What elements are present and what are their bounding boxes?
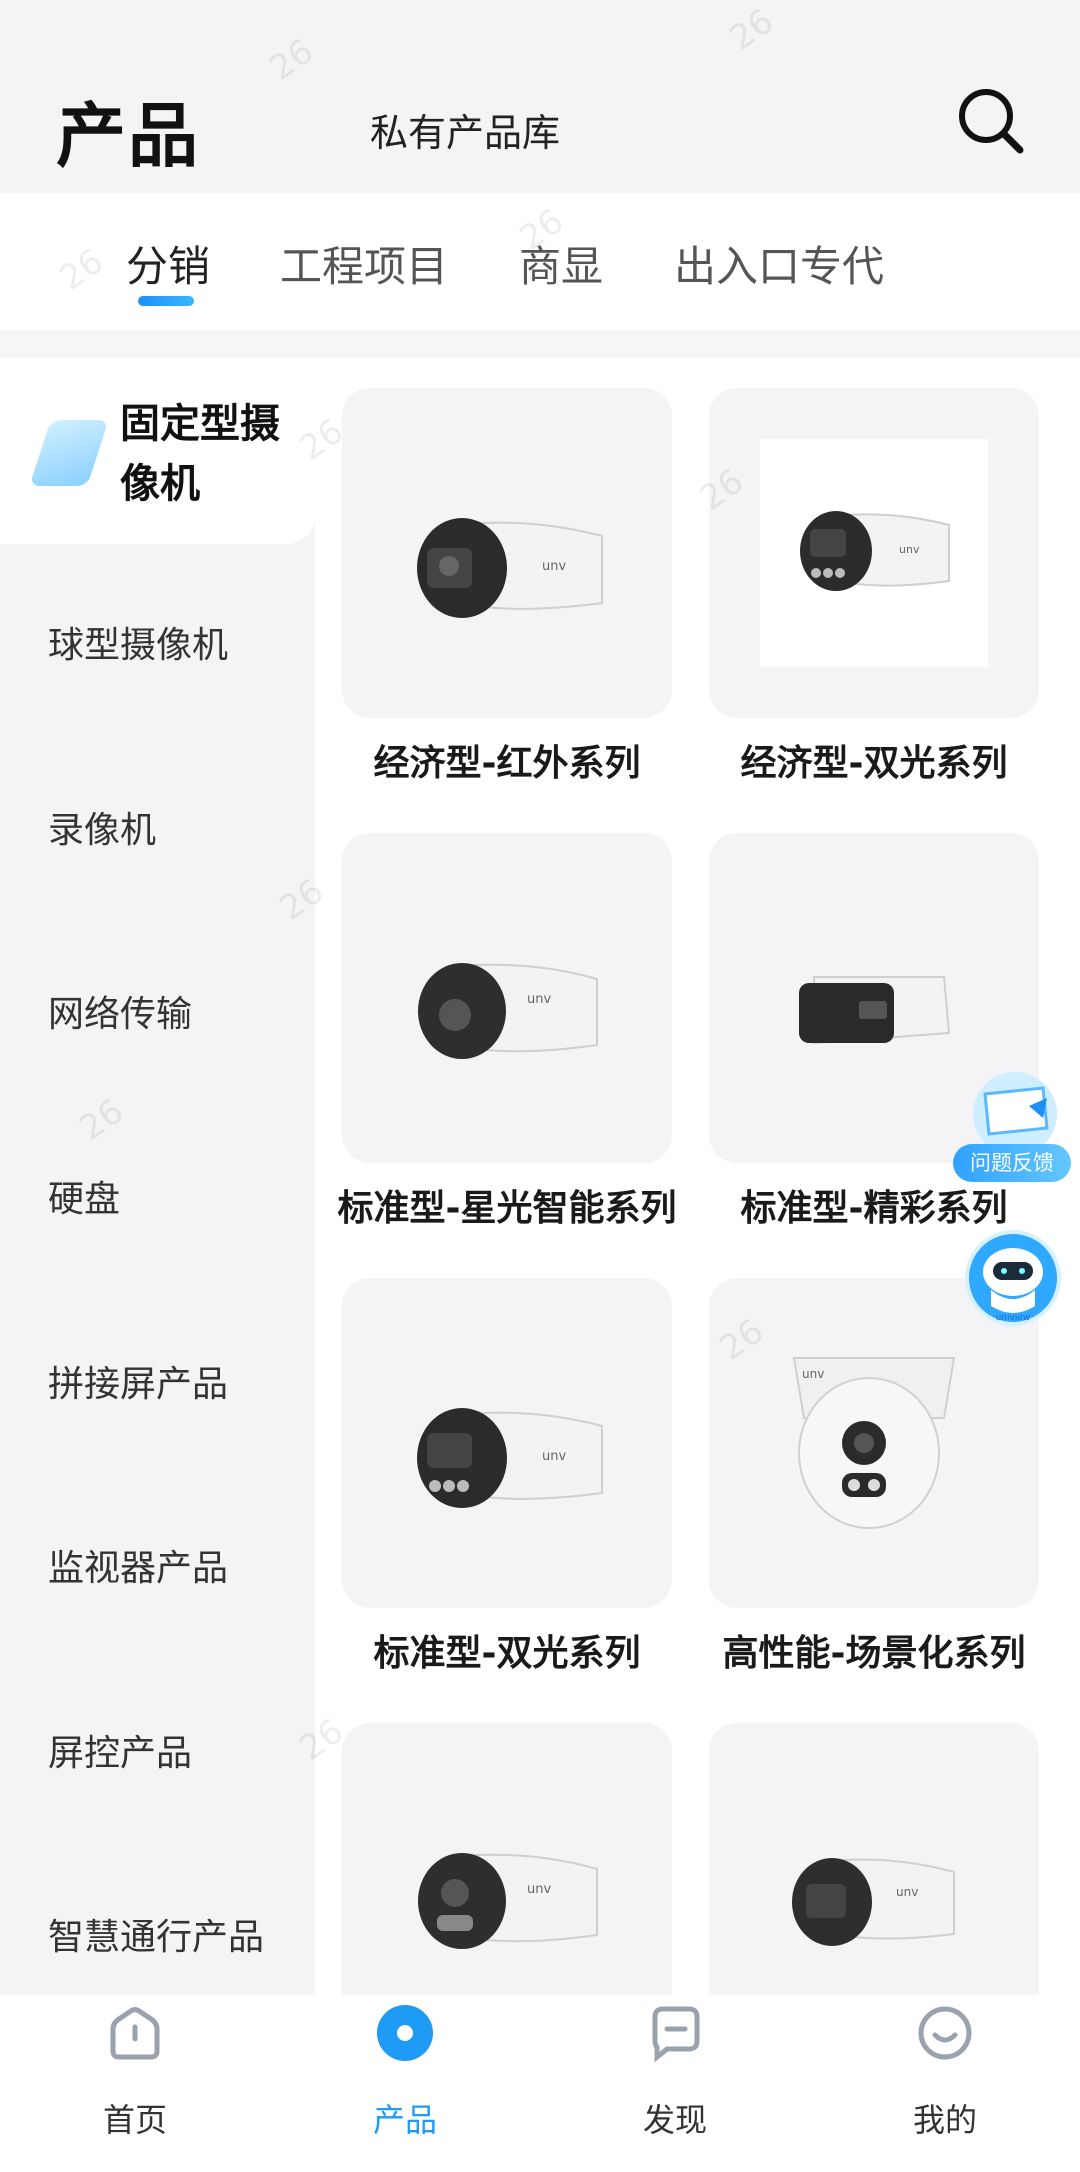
home-icon (110, 2007, 160, 2060)
product-card[interactable]: unv 经济型-红外系列 (342, 388, 672, 786)
sidebar-item-dome-camera[interactable]: 球型摄像机 (48, 616, 228, 668)
feedback-icon (973, 1072, 1057, 1156)
sidebar-item-recorder[interactable]: 录像机 (48, 801, 156, 853)
product-name: 经济型-红外系列 (373, 743, 641, 784)
product-card[interactable]: unv 经济型-双光系列 (709, 388, 1039, 786)
product-name: 标准型-星光智能系列 (337, 1188, 677, 1229)
sidebar-item-fixed-camera[interactable]: 固定型摄像机 (0, 358, 315, 544)
product-card[interactable]: unv 标准型-星光智能系列 (338, 833, 676, 1231)
bullet-camera-image (799, 976, 951, 1045)
robot-assistant-icon: uniview (965, 1230, 1061, 1326)
bullet-camera-image: unv (417, 1408, 603, 1508)
sidebar-item-network[interactable]: 网络传输 (48, 985, 192, 1037)
product-card[interactable]: unv (342, 1723, 672, 1995)
tab-engineering[interactable]: 工程项目 (280, 233, 448, 294)
nav-item-product[interactable]: 产品 (270, 1995, 540, 2172)
product-image: unv (342, 1278, 672, 1608)
product-image: unv (342, 833, 672, 1163)
assistant-brand: uniview (996, 1313, 1031, 1323)
product-image: unv (342, 1723, 672, 1995)
product-name: 经济型-双光系列 (740, 743, 1008, 784)
discover-icon (652, 2006, 700, 2063)
tab-distribution[interactable]: 分销 (126, 233, 210, 294)
product-card[interactable]: unv (709, 1723, 1039, 1995)
bullet-camera-image: unv (417, 518, 603, 618)
product-name: 标准型-双光系列 (373, 1633, 641, 1674)
brand-mark: unv (527, 992, 551, 1007)
feedback-label: 问题反馈 (953, 1144, 1071, 1182)
bullet-camera-image: unv (792, 1858, 955, 1946)
nav-label: 我的 (912, 2101, 977, 2139)
profile-icon (918, 2006, 972, 2060)
product-card[interactable]: unv 标准型-双光系列 (342, 1278, 672, 1676)
sidebar-item-monitor[interactable]: 监视器产品 (48, 1539, 228, 1591)
app-header: 产品 私有产品库 (0, 0, 1080, 193)
assistant-button[interactable]: uniview (963, 1228, 1063, 1328)
nav-label: 产品 (372, 2101, 437, 2139)
brand-mark: unv (542, 1449, 566, 1464)
bullet-camera-image: unv (418, 1853, 598, 1949)
bullet-camera-image: unv (418, 963, 598, 1059)
turret-camera-image: unv (792, 1357, 956, 1529)
nav-label: 首页 (102, 2101, 167, 2139)
private-library-link[interactable]: 私有产品库 (370, 102, 560, 157)
nav-item-profile[interactable]: 我的 (810, 1995, 1080, 2172)
tab-export[interactable]: 出入口专代 (674, 233, 884, 294)
brand-mark: unv (527, 1882, 551, 1897)
search-icon (959, 89, 1024, 154)
sidebar-item-label: 固定型摄像机 (120, 401, 280, 507)
feedback-button[interactable]: 问题反馈 (953, 1066, 1071, 1186)
active-tab-indicator (138, 296, 194, 306)
product-name: 标准型-精彩系列 (740, 1188, 1008, 1229)
category-sidebar: 固定型摄像机 球型摄像机 录像机 网络传输 硬盘 拼接屏产品 监视器产品 屏控产… (0, 358, 315, 1995)
sidebar-item-splicing-screen[interactable]: 拼接屏产品 (48, 1355, 228, 1407)
bottom-nav: 首页 产品 发现 我的 (0, 1995, 1080, 2172)
sidebar-item-screen-control[interactable]: 屏控产品 (48, 1724, 192, 1776)
nav-item-discover[interactable]: 发现 (540, 1995, 810, 2172)
sidebar-item-smart-access[interactable]: 智慧通行产品 (48, 1908, 264, 1960)
product-image: unv (709, 388, 1039, 718)
active-indicator (29, 420, 109, 486)
nav-item-home[interactable]: 首页 (0, 1995, 270, 2172)
brand-mark: unv (802, 1367, 824, 1381)
product-icon (377, 2005, 433, 2061)
brand-mark: unv (542, 559, 566, 574)
product-name: 高性能-场景化系列 (722, 1633, 1026, 1674)
product-image: unv (709, 1723, 1039, 1995)
nav-label: 发现 (642, 2101, 707, 2139)
bullet-camera-image: unv (800, 511, 950, 591)
sidebar-item-hard-disk[interactable]: 硬盘 (48, 1170, 120, 1222)
brand-mark: unv (896, 1885, 918, 1899)
product-image: unv (342, 388, 672, 718)
search-button[interactable] (956, 86, 1026, 156)
page-title: 产品 (56, 95, 200, 177)
brand-mark: unv (899, 543, 920, 556)
